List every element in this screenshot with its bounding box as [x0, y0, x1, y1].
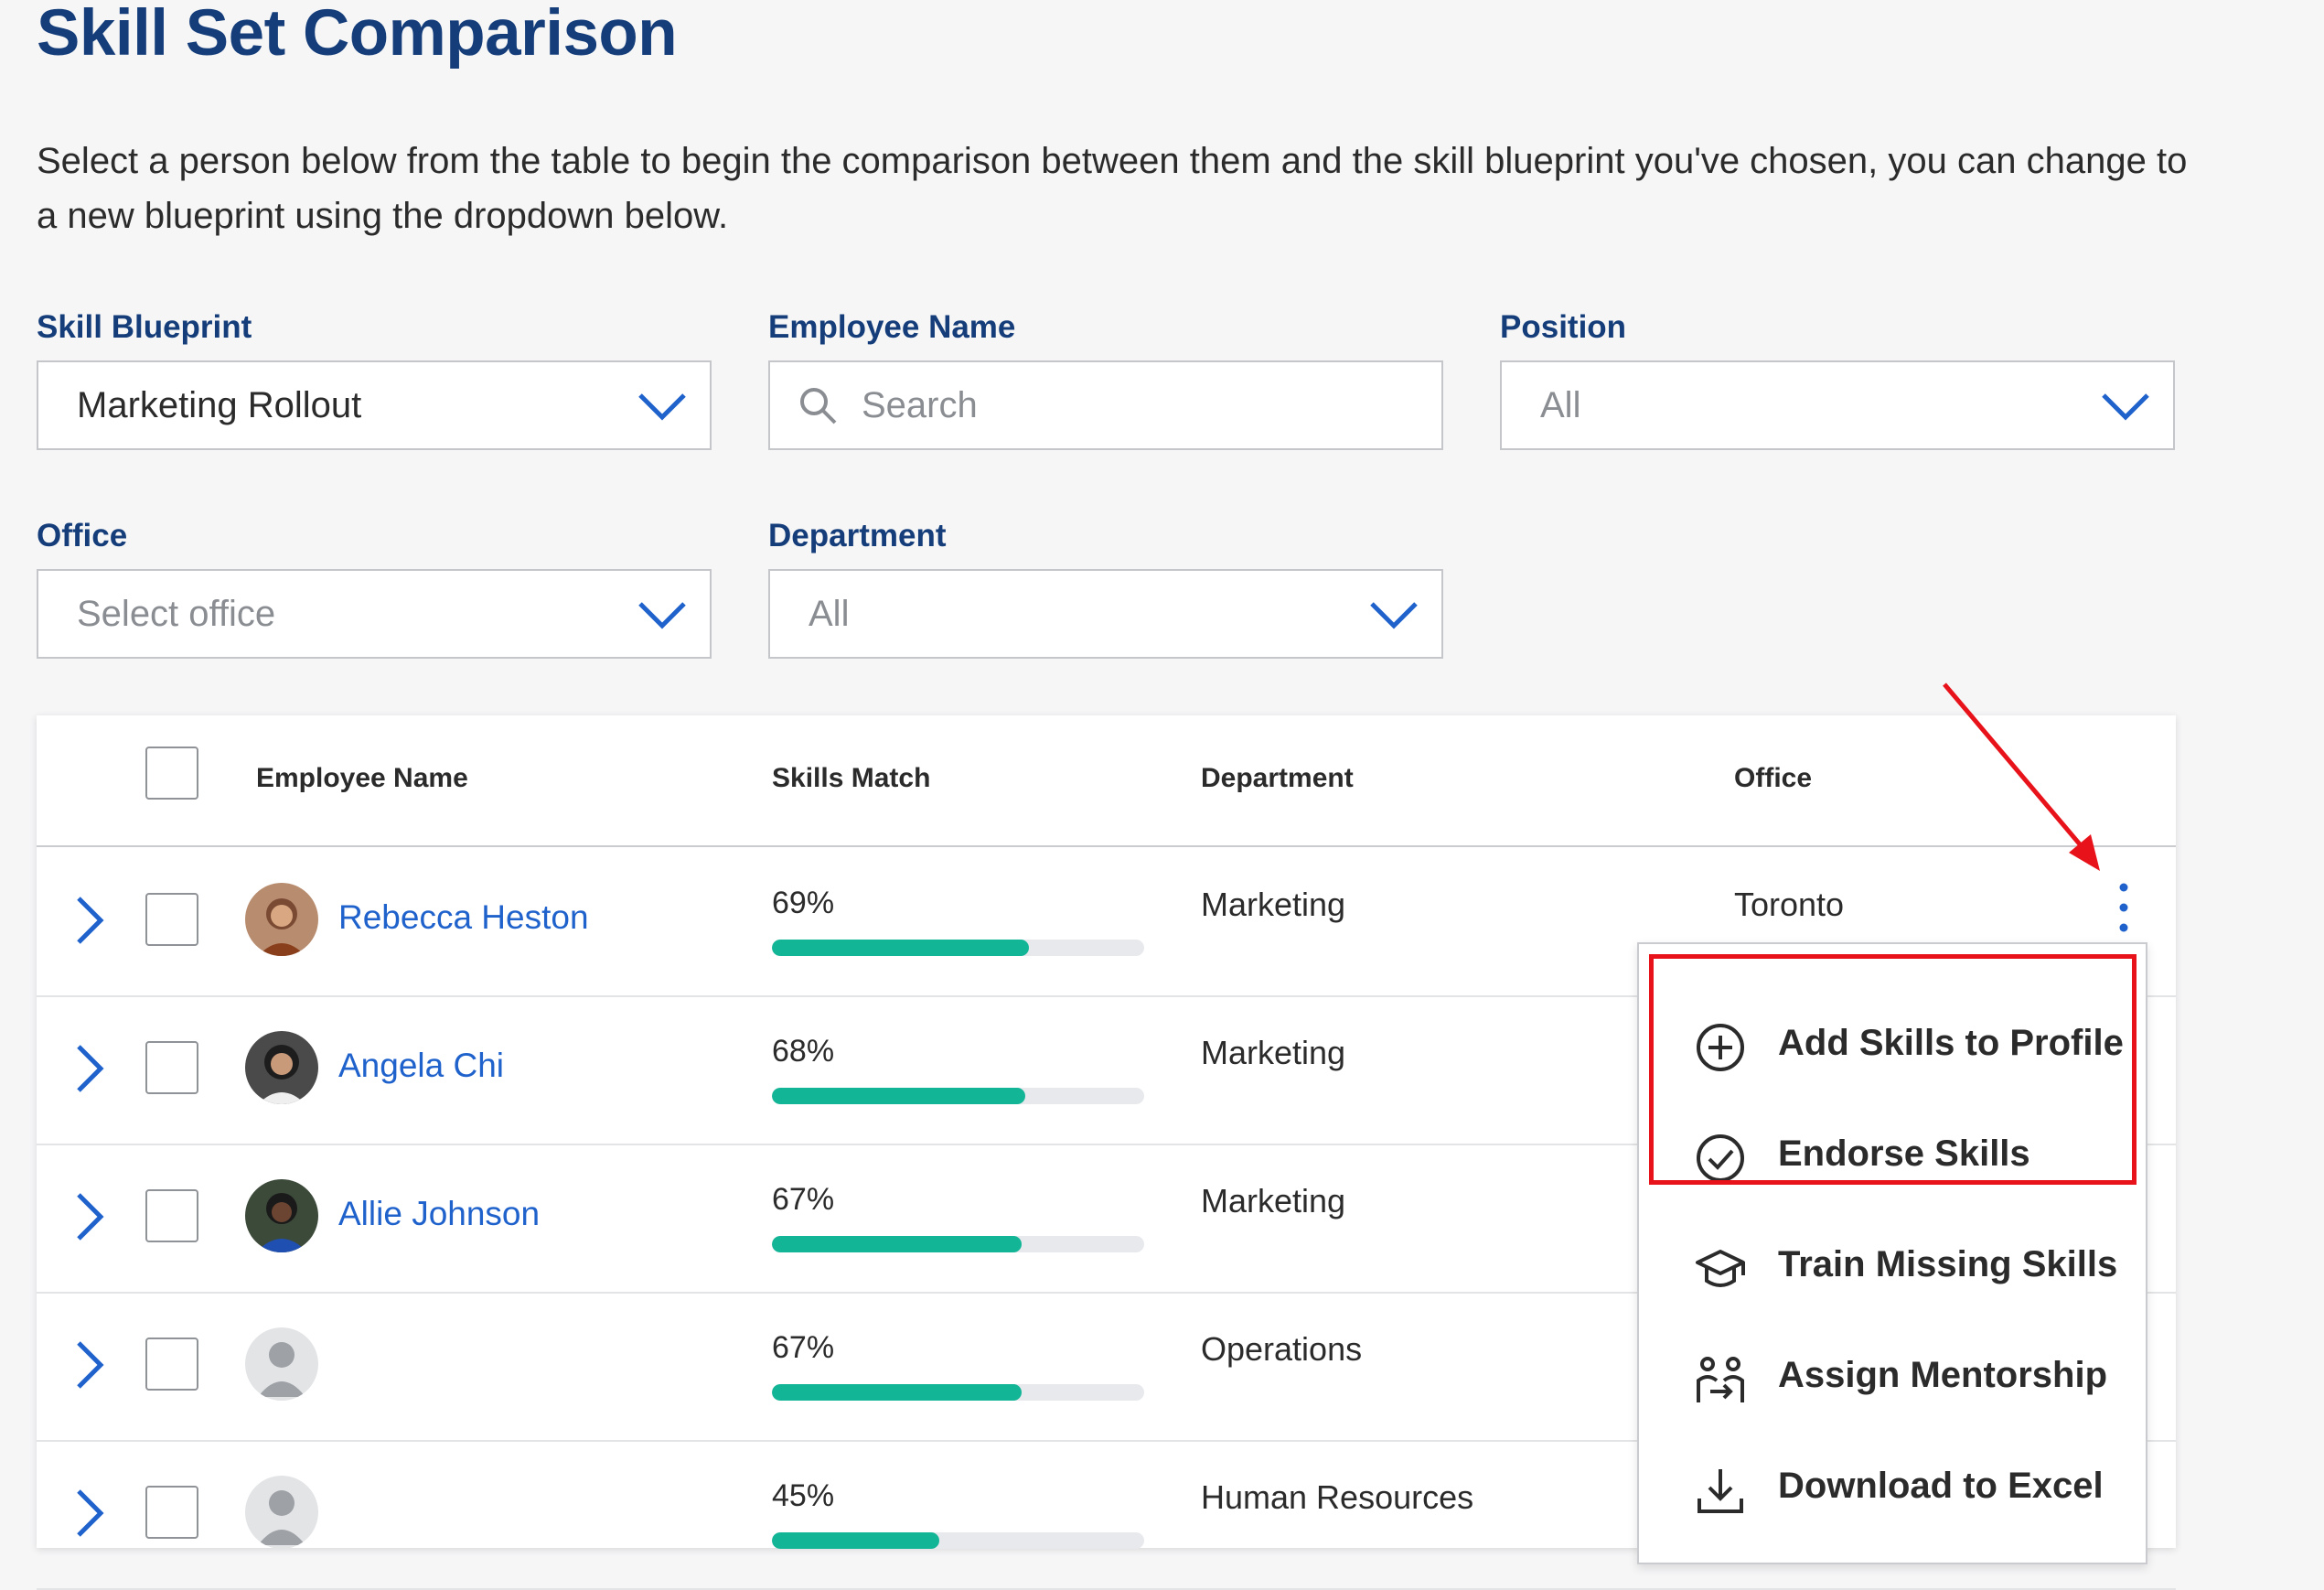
row-actions-menu: Add Skills to Profile Endorse Skills Tra… [1637, 942, 2147, 1564]
office-placeholder: Select office [77, 593, 276, 634]
menu-item-download-excel[interactable]: Download to Excel [1639, 1438, 2146, 1539]
skills-match-percent: 67% [772, 1330, 835, 1365]
menu-item-label: Add Skills to Profile [1778, 1023, 2124, 1063]
skills-match-bar-fill [772, 1532, 940, 1549]
office-select[interactable]: Select office [37, 569, 712, 659]
chevron-right-icon[interactable] [71, 1339, 108, 1391]
chevron-down-icon [638, 393, 686, 421]
avatar [245, 1031, 318, 1104]
graduation-cap-icon [1696, 1250, 1745, 1287]
position-label: Position [1500, 309, 1627, 345]
skills-match-bar [772, 940, 1144, 956]
employee-name-link[interactable]: Allie Johnson [338, 1195, 540, 1233]
chevron-right-icon[interactable] [71, 1191, 108, 1242]
download-icon [1697, 1469, 1743, 1513]
plus-circle-icon [1697, 1024, 1744, 1071]
employee-name-label: Employee Name [768, 309, 1016, 345]
skill-blueprint-label: Skill Blueprint [37, 309, 252, 345]
department-cell: Marketing [1201, 1182, 1346, 1219]
column-header-employee-name[interactable]: Employee Name [256, 763, 468, 794]
search-icon [800, 388, 837, 424]
column-header-skills-match[interactable]: Skills Match [772, 763, 930, 794]
row-checkbox[interactable] [145, 1041, 198, 1094]
skill-blueprint-value: Marketing Rollout [77, 384, 362, 425]
department-cell: Marketing [1201, 1034, 1346, 1071]
avatar [245, 1179, 318, 1252]
office-label: Office [37, 518, 128, 553]
skills-match-percent: 45% [772, 1478, 835, 1513]
table-header: Employee Name Skills Match Department Of… [37, 715, 2176, 847]
skills-match-bar [772, 1236, 1144, 1252]
menu-item-label: Train Missing Skills [1778, 1244, 2118, 1284]
employee-search-input[interactable]: Search [768, 360, 1443, 450]
page-title: Skill Set Comparison [37, 0, 678, 70]
skills-match-percent: 67% [772, 1182, 835, 1217]
department-cell: Human Resources [1201, 1478, 1474, 1516]
skills-match-bar [772, 1088, 1144, 1104]
office-cell: Toronto [1734, 886, 1845, 923]
avatar [245, 883, 318, 956]
avatar-placeholder-icon [245, 1327, 318, 1401]
skills-match-bar [772, 1384, 1144, 1401]
department-label: Department [768, 518, 947, 553]
skill-blueprint-select[interactable]: Marketing Rollout [37, 360, 712, 450]
department-value: All [809, 593, 850, 634]
skills-match-bar-fill [772, 940, 1029, 956]
check-circle-icon [1697, 1134, 1744, 1182]
row-checkbox[interactable] [145, 1189, 198, 1242]
chevron-down-icon [1370, 602, 1418, 629]
menu-item-assign-mentorship[interactable]: Assign Mentorship [1639, 1327, 2146, 1428]
employee-search-placeholder: Search [862, 384, 978, 425]
row-checkbox[interactable] [145, 1338, 198, 1391]
column-header-office[interactable]: Office [1734, 763, 1812, 794]
chevron-down-icon [2102, 393, 2149, 421]
chevron-right-icon[interactable] [71, 1043, 108, 1094]
column-header-department[interactable]: Department [1201, 763, 1354, 794]
chevron-right-icon[interactable] [71, 1488, 108, 1539]
skills-match-bar-fill [772, 1088, 1025, 1104]
menu-item-label: Download to Excel [1778, 1466, 2104, 1506]
menu-item-endorse-skills[interactable]: Endorse Skills [1639, 1106, 2146, 1207]
department-select[interactable]: All [768, 569, 1443, 659]
department-cell: Marketing [1201, 886, 1346, 923]
position-value: All [1540, 384, 1581, 425]
position-select[interactable]: All [1500, 360, 2175, 450]
menu-item-add-skills[interactable]: Add Skills to Profile [1639, 995, 2146, 1096]
row-checkbox[interactable] [145, 1486, 198, 1539]
skills-match-percent: 68% [772, 1034, 835, 1069]
more-options-icon[interactable] [2111, 880, 2137, 935]
menu-item-train-missing-skills[interactable]: Train Missing Skills [1639, 1217, 2146, 1317]
avatar-placeholder-icon [245, 1476, 318, 1549]
mentorship-icon [1697, 1357, 1744, 1402]
skills-match-bar-fill [772, 1236, 1022, 1252]
chevron-right-icon[interactable] [71, 895, 108, 946]
select-all-checkbox[interactable] [145, 747, 198, 800]
skills-match-bar-fill [772, 1384, 1022, 1401]
department-cell: Operations [1201, 1330, 1363, 1368]
employee-name-link[interactable]: Angela Chi [338, 1047, 504, 1085]
chevron-down-icon [638, 602, 686, 629]
page-intro: Select a person below from the table to … [37, 141, 2188, 236]
row-checkbox[interactable] [145, 893, 198, 946]
skills-match-percent: 69% [772, 886, 835, 920]
menu-item-label: Endorse Skills [1778, 1133, 2030, 1174]
menu-item-label: Assign Mentorship [1778, 1355, 2108, 1395]
skills-match-bar [772, 1532, 1144, 1549]
employee-name-link[interactable]: Rebecca Heston [338, 898, 589, 937]
